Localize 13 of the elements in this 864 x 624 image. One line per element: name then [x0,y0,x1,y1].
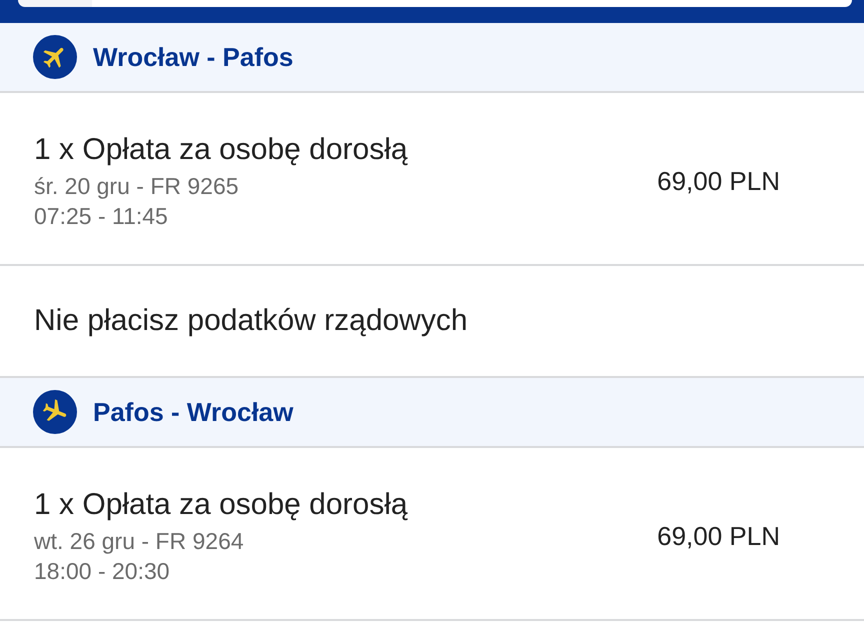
fare-title: 1 x Opłata za osobę dorosłą [34,487,408,523]
flight-date-number: śr. 20 gru - FR 9265 [34,172,239,201]
route-title: Pafos - Wrocław [93,396,294,428]
fare-price: 69,00 PLN [657,520,780,552]
flight-date-number: wt. 26 gru - FR 9264 [34,527,244,556]
airplane-icon [33,390,77,434]
flight-times: 18:00 - 20:30 [34,557,170,586]
flight-times: 07:25 - 11:45 [34,202,168,231]
airplane-icon [33,35,77,79]
tax-note: Nie płacisz podatków rządowych [34,304,468,338]
fare-price: 69,00 PLN [657,166,780,196]
route-title: Wrocław - Pafos [93,42,294,72]
fare-title: 1 x Opłata za osobę dorosłą [34,132,408,168]
